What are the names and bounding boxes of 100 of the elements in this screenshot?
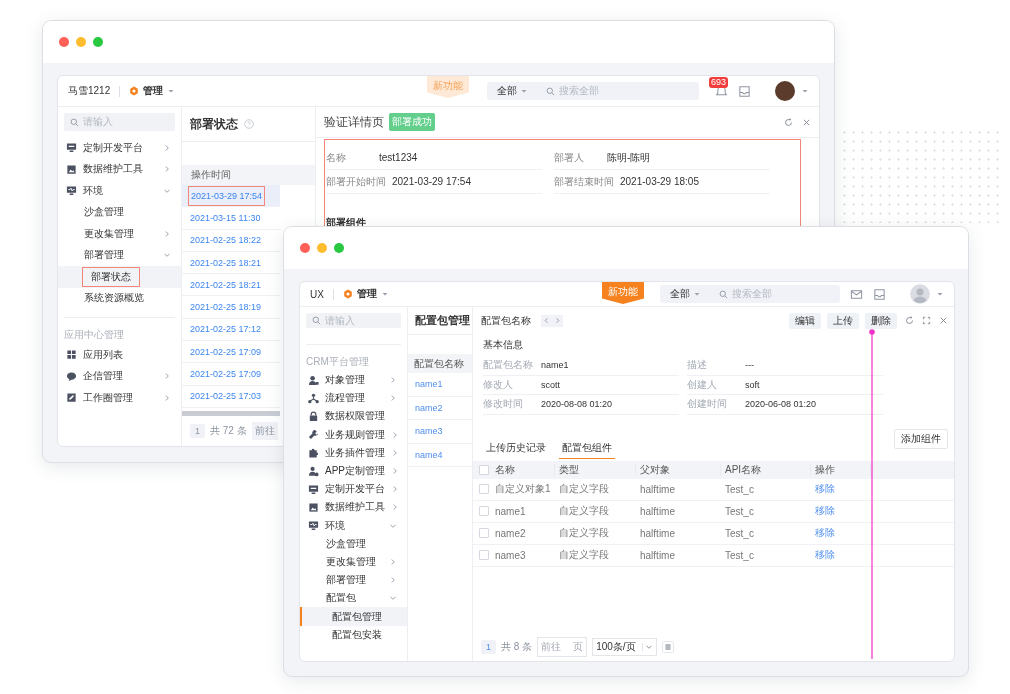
sidebar-item[interactable]: 定制开发平台 — [300, 480, 407, 499]
maximize-icon[interactable] — [922, 316, 931, 325]
scope-dropdown[interactable]: 全部 — [660, 285, 711, 303]
inbox-icon[interactable] — [873, 287, 886, 301]
action-button[interactable]: 删除 — [865, 312, 897, 329]
sidebar-item[interactable]: 配置包安装 — [300, 625, 407, 644]
next-button[interactable] — [552, 314, 563, 327]
date-link[interactable]: 2021-02-25 18:22 — [182, 229, 280, 252]
page-size-select[interactable]: 100条/页 — [592, 638, 657, 656]
checkbox[interactable] — [479, 484, 489, 494]
sidebar-item[interactable]: 更改集管理 — [58, 223, 181, 245]
close-icon[interactable] — [802, 117, 811, 127]
zoom-window-button[interactable] — [93, 37, 103, 47]
sidebar-item[interactable]: 配置包 — [300, 589, 407, 608]
workspace-name: UX — [310, 288, 324, 300]
flow-icon — [308, 392, 319, 404]
field-label: 修改人 — [483, 377, 514, 392]
sidebar-item[interactable]: APP定制管理 — [300, 461, 407, 481]
field-value: --- — [745, 360, 754, 371]
action-button[interactable]: 上传 — [827, 312, 859, 329]
scope-dropdown[interactable]: 全部 — [487, 82, 538, 100]
close-window-button[interactable] — [300, 243, 310, 253]
chevron-left-icon — [543, 317, 550, 324]
sidebar-item[interactable]: 沙盒管理 — [58, 201, 181, 223]
close-icon[interactable] — [939, 316, 948, 325]
person-icon — [308, 374, 319, 386]
tab[interactable]: 上传历史记录 — [483, 440, 549, 459]
sidebar-item[interactable]: 部署管理 — [58, 244, 181, 266]
table-cell-text: Test_c — [724, 548, 755, 563]
sidebar-item[interactable]: 工作圈管理 — [58, 387, 181, 409]
date-link[interactable]: 2021-02-25 17:03 — [182, 385, 280, 408]
wrench-icon — [308, 429, 319, 441]
sidebar-item[interactable]: 数据权限管理 — [300, 407, 407, 426]
refresh-icon[interactable] — [905, 316, 914, 325]
sidebar-item[interactable]: 对象管理 — [300, 371, 407, 390]
add-component-button[interactable]: 添加组件 — [894, 428, 948, 449]
grid-icon — [66, 349, 77, 361]
column-header: 操作时间 — [182, 165, 315, 185]
table-cell-text: 自定义字段 — [558, 548, 610, 562]
remove-link[interactable]: 移除 — [815, 548, 835, 562]
notification-badge: 693 — [709, 76, 729, 88]
sidebar-item[interactable]: 流程管理 — [300, 389, 407, 408]
date-link[interactable]: 2021-02-25 17:09 — [182, 341, 280, 364]
field-label: 描述 — [687, 358, 708, 373]
help-icon[interactable] — [244, 119, 254, 129]
mail-icon[interactable] — [850, 287, 863, 301]
action-button[interactable]: 编辑 — [789, 312, 821, 329]
avatar-photo-placeholder[interactable] — [775, 81, 795, 101]
column-header: 操作 — [811, 463, 871, 476]
menu-dropdown[interactable]: 管理 — [129, 84, 176, 98]
sidebar-item[interactable]: 定制开发平台 — [58, 137, 181, 159]
table-icon[interactable] — [661, 641, 674, 653]
remove-link[interactable]: 移除 — [815, 526, 835, 540]
table-cell: name3 — [495, 549, 526, 561]
avatar-icon[interactable] — [910, 284, 930, 304]
menu-dropdown[interactable]: 管理 — [342, 287, 389, 301]
monitor-icon — [66, 142, 77, 154]
sidebar-item[interactable]: 沙盒管理 — [300, 534, 407, 553]
checkbox[interactable] — [479, 506, 489, 516]
minimize-window-button[interactable] — [317, 243, 327, 253]
zoom-window-button[interactable] — [334, 243, 344, 253]
caret-icon[interactable] — [801, 87, 809, 95]
sidebar-item[interactable]: 数据维护工具 — [58, 158, 181, 180]
date-link[interactable]: 2021-03-15 11:30 — [182, 207, 280, 230]
caret-icon[interactable] — [936, 290, 944, 298]
sidebar-item[interactable]: 环境 — [300, 516, 407, 535]
tab[interactable]: 配置包组件 — [559, 440, 615, 459]
checkbox[interactable] — [479, 464, 489, 475]
sidebar-item[interactable]: 业务插件管理 — [300, 443, 407, 462]
checkbox[interactable] — [479, 550, 489, 560]
field-label: 名称 — [326, 150, 347, 165]
checkbox[interactable] — [479, 528, 489, 538]
inbox-icon[interactable] — [738, 84, 751, 98]
minimize-window-button[interactable] — [76, 37, 86, 47]
sidebar-item[interactable]: 业务规则管理 — [300, 425, 407, 444]
refresh-icon[interactable] — [784, 117, 793, 127]
horizontal-scrollbar[interactable] — [182, 410, 280, 416]
search-icon — [312, 316, 321, 325]
sidebar-item[interactable]: 应用列表 — [58, 344, 181, 366]
picture-icon — [66, 163, 77, 175]
sidebar-item[interactable]: 配置包管理 — [300, 607, 407, 626]
caret-icon — [520, 87, 528, 95]
date-link[interactable]: 2021-02-25 17:12 — [182, 318, 280, 342]
sidebar-item[interactable]: 部署管理 — [300, 571, 407, 590]
close-window-button[interactable] — [59, 37, 69, 47]
previous-button[interactable] — [541, 314, 552, 327]
remove-link[interactable]: 移除 — [815, 504, 835, 518]
person-badge-icon — [308, 465, 319, 477]
date-link[interactable]: 2021-02-25 18:21 — [182, 274, 280, 297]
remove-link[interactable]: 移除 — [815, 482, 835, 496]
sidebar-item[interactable]: 数据维护工具 — [300, 498, 407, 517]
sidebar-item[interactable]: 环境 — [58, 180, 181, 202]
sidebar-item[interactable]: 部署状态 — [58, 266, 181, 288]
date-link[interactable]: 2021-02-25 18:19 — [182, 296, 280, 319]
date-link[interactable]: 2021-02-25 17:09 — [182, 363, 280, 386]
sidebar-item[interactable]: 更改集管理 — [300, 552, 407, 572]
sidebar-item[interactable]: 企信管理 — [58, 365, 181, 387]
date-link[interactable]: 2021-02-25 18:21 — [182, 251, 280, 275]
sidebar-item[interactable]: 系统资源概览 — [58, 287, 181, 309]
field-value: name1 — [541, 360, 569, 371]
